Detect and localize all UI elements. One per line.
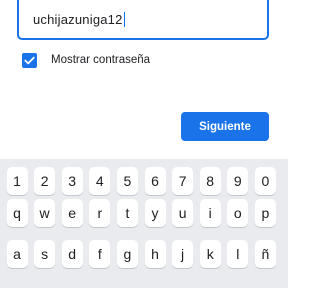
key-q[interactable]: q [6, 199, 28, 227]
key-g[interactable]: g [116, 240, 138, 268]
key-6[interactable]: 6 [144, 167, 166, 195]
key-t[interactable]: t [116, 199, 138, 227]
key-j[interactable]: j [172, 240, 194, 268]
key-u[interactable]: u [172, 199, 194, 227]
key-h[interactable]: h [144, 240, 166, 268]
key-r[interactable]: r [89, 199, 111, 227]
key-f[interactable]: f [89, 240, 111, 268]
checkmark-icon [24, 56, 35, 65]
key-3[interactable]: 3 [61, 167, 83, 195]
key-k[interactable]: k [199, 240, 221, 268]
key-e[interactable]: e [61, 199, 83, 227]
key-2[interactable]: 2 [34, 167, 56, 195]
key-a[interactable]: a [6, 240, 28, 268]
text-caret [123, 12, 126, 27]
key-p[interactable]: p [254, 199, 276, 227]
show-password-label[interactable]: Mostrar contraseña [51, 54, 150, 66]
key-5[interactable]: 5 [116, 167, 138, 195]
login-screen: uchijazuniga12 Mostrar contraseña Siguie… [0, 0, 288, 288]
show-password-checkbox[interactable] [22, 53, 37, 68]
key-d[interactable]: d [61, 240, 83, 268]
password-field[interactable]: uchijazuniga12 [17, 0, 269, 40]
key-y[interactable]: y [144, 199, 166, 227]
key-1[interactable]: 1 [6, 167, 28, 195]
key-ñ[interactable]: ñ [254, 240, 276, 268]
next-button[interactable]: Siguiente [181, 112, 269, 141]
key-o[interactable]: o [227, 199, 249, 227]
key-i[interactable]: i [199, 199, 221, 227]
key-l[interactable]: l [227, 240, 249, 268]
key-7[interactable]: 7 [172, 167, 194, 195]
password-field-value: uchijazuniga12 [33, 12, 126, 27]
key-8[interactable]: 8 [199, 167, 221, 195]
key-9[interactable]: 9 [227, 167, 249, 195]
key-4[interactable]: 4 [89, 167, 111, 195]
on-screen-keyboard: 1234567890 qwertyuiop asdfghjklñ [0, 159, 288, 288]
key-0[interactable]: 0 [254, 167, 276, 195]
key-w[interactable]: w [34, 199, 56, 227]
key-s[interactable]: s [34, 240, 56, 268]
